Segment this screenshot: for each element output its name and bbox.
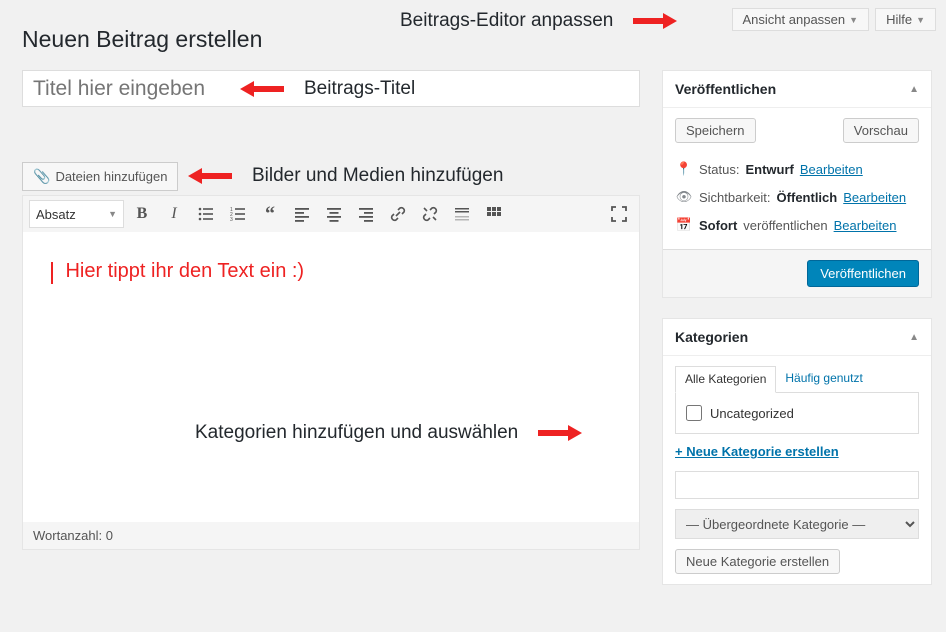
- italic-button[interactable]: I: [160, 200, 188, 228]
- save-draft-button[interactable]: Speichern: [675, 118, 756, 143]
- categories-box: Kategorien ▲ Alle Kategorien Häufig genu…: [662, 318, 932, 585]
- editor-content[interactable]: Hier tippt ihr den Text ein :): [23, 232, 639, 522]
- chevron-up-icon: ▲: [909, 84, 919, 95]
- add-media-button[interactable]: 📎 Dateien hinzufügen: [22, 162, 178, 191]
- blockquote-button[interactable]: “: [256, 200, 284, 228]
- svg-text:3: 3: [230, 217, 233, 222]
- schedule-prefix: Sofort: [699, 218, 737, 233]
- publish-box: Veröffentlichen ▲ Speichern Vorschau 📍 S…: [662, 70, 932, 298]
- publish-button[interactable]: Veröffentlichen: [807, 260, 919, 287]
- align-left-button[interactable]: [288, 200, 316, 228]
- category-label: Uncategorized: [710, 406, 794, 421]
- bullet-list-button[interactable]: [192, 200, 220, 228]
- add-category-button[interactable]: Neue Kategorie erstellen: [675, 549, 840, 574]
- arrow-left-icon: [188, 168, 202, 184]
- align-right-button[interactable]: [352, 200, 380, 228]
- visibility-value: Öffentlich: [777, 190, 838, 205]
- eye-icon: 👁: [675, 189, 693, 205]
- edit-visibility-link[interactable]: Bearbeiten: [843, 190, 906, 205]
- insert-more-button[interactable]: [448, 200, 476, 228]
- visibility-label: Sichtbarkeit:: [699, 190, 771, 205]
- chevron-down-icon: ▼: [849, 15, 858, 25]
- edit-schedule-link[interactable]: Bearbeiten: [834, 218, 897, 233]
- format-select[interactable]: Absatz ▼: [29, 200, 124, 228]
- chevron-up-icon: ▲: [909, 332, 919, 343]
- category-checkbox[interactable]: [686, 405, 702, 421]
- toolbar-toggle-button[interactable]: [480, 200, 508, 228]
- preview-button[interactable]: Vorschau: [843, 118, 919, 143]
- chevron-down-icon: ▼: [916, 15, 925, 25]
- bold-button[interactable]: B: [128, 200, 156, 228]
- add-media-label: Dateien hinzufügen: [55, 169, 167, 184]
- categories-box-header[interactable]: Kategorien ▲: [663, 319, 931, 356]
- screen-options-label: Ansicht anpassen: [743, 12, 846, 27]
- edit-status-link[interactable]: Bearbeiten: [800, 162, 863, 177]
- tab-frequent-categories[interactable]: Häufig genutzt: [776, 366, 871, 392]
- page-title: Neuen Beitrag erstellen: [22, 26, 262, 53]
- tab-all-categories[interactable]: Alle Kategorien: [675, 366, 776, 393]
- arrow-right-icon: [663, 13, 677, 29]
- parent-category-select[interactable]: — Übergeordnete Kategorie —: [675, 509, 919, 539]
- arrow-right-icon: [568, 425, 582, 441]
- text-cursor-icon: [51, 262, 53, 284]
- categories-title: Kategorien: [675, 329, 748, 345]
- unlink-button[interactable]: [416, 200, 444, 228]
- help-button[interactable]: Hilfe ▼: [875, 8, 936, 31]
- link-button[interactable]: [384, 200, 412, 228]
- category-item[interactable]: Uncategorized: [686, 405, 908, 421]
- wordcount-value: 0: [106, 528, 113, 543]
- screen-options-button[interactable]: Ansicht anpassen ▼: [732, 8, 870, 31]
- schedule-rest: veröffentlichen: [743, 218, 827, 233]
- fullscreen-button[interactable]: [605, 200, 633, 228]
- annotation-add-media: Bilder und Medien hinzufügen: [252, 165, 503, 187]
- media-icon: 📎: [33, 168, 50, 185]
- help-label: Hilfe: [886, 12, 912, 27]
- align-center-button[interactable]: [320, 200, 348, 228]
- new-category-name-input[interactable]: [675, 471, 919, 499]
- publish-title: Veröffentlichen: [675, 81, 776, 97]
- calendar-icon: 📅: [675, 217, 693, 233]
- status-value: Entwurf: [745, 162, 793, 177]
- publish-box-header[interactable]: Veröffentlichen ▲: [663, 71, 931, 108]
- annotation-categories-hint: Kategorien hinzufügen und auswählen: [195, 422, 518, 444]
- format-select-label: Absatz: [36, 207, 76, 222]
- annotation-editor-text: Hier tippt ihr den Text ein :): [65, 260, 304, 282]
- wordcount-label: Wortanzahl:: [33, 528, 102, 543]
- annotation-post-title: Beitrags-Titel: [304, 78, 415, 100]
- arrow-left-icon: [240, 81, 254, 97]
- status-label: Status:: [699, 162, 739, 177]
- add-new-category-link[interactable]: + Neue Kategorie erstellen: [675, 444, 839, 459]
- pin-icon: 📍: [675, 161, 693, 177]
- annotation-customize-editor: Beitrags-Editor anpassen: [400, 10, 613, 32]
- chevron-down-icon: ▼: [108, 209, 117, 219]
- numbered-list-button[interactable]: 123: [224, 200, 252, 228]
